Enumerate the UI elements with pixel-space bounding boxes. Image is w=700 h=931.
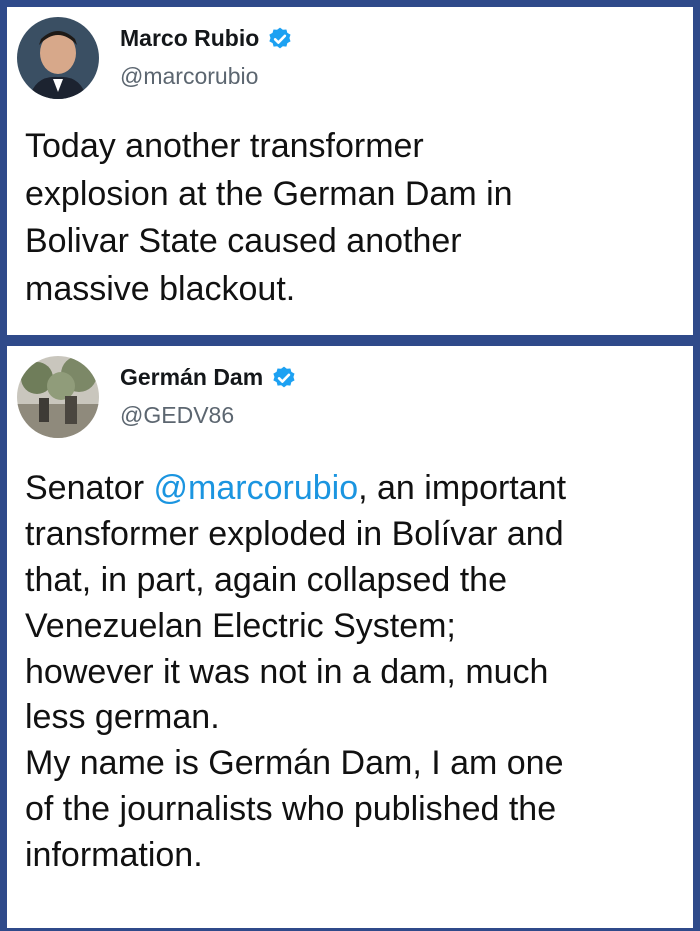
author-name[interactable]: Germán Dam [120,364,263,391]
avatar-image [17,356,99,438]
author-handle[interactable]: @marcorubio [120,63,258,90]
screenshot-frame: Marco Rubio @marcorubio Today another tr… [0,0,700,931]
verified-badge-icon [269,27,291,48]
tweet-text-rest: , an important transformer exploded in B… [25,469,567,875]
tweet-text: Senator @marcorubio, an important transf… [25,466,679,879]
tweet-card: Germán Dam @GEDV86 Senator @marcorubio, … [7,346,693,928]
mention-link[interactable]: @marcorubio [154,469,359,507]
avatar[interactable] [17,17,99,99]
author-name[interactable]: Marco Rubio [120,25,259,52]
verified-badge-icon [273,366,295,387]
avatar-image [17,17,99,99]
author-handle[interactable]: @GEDV86 [120,402,234,429]
avatar[interactable] [17,356,99,438]
tweet-card: Marco Rubio @marcorubio Today another tr… [7,7,693,335]
author-name-row: Marco Rubio [120,25,293,52]
author-name-row: Germán Dam [120,364,297,391]
tweet-text-start: Senator [25,469,154,507]
tweet-text: Today another transformer explosion at t… [25,127,513,308]
